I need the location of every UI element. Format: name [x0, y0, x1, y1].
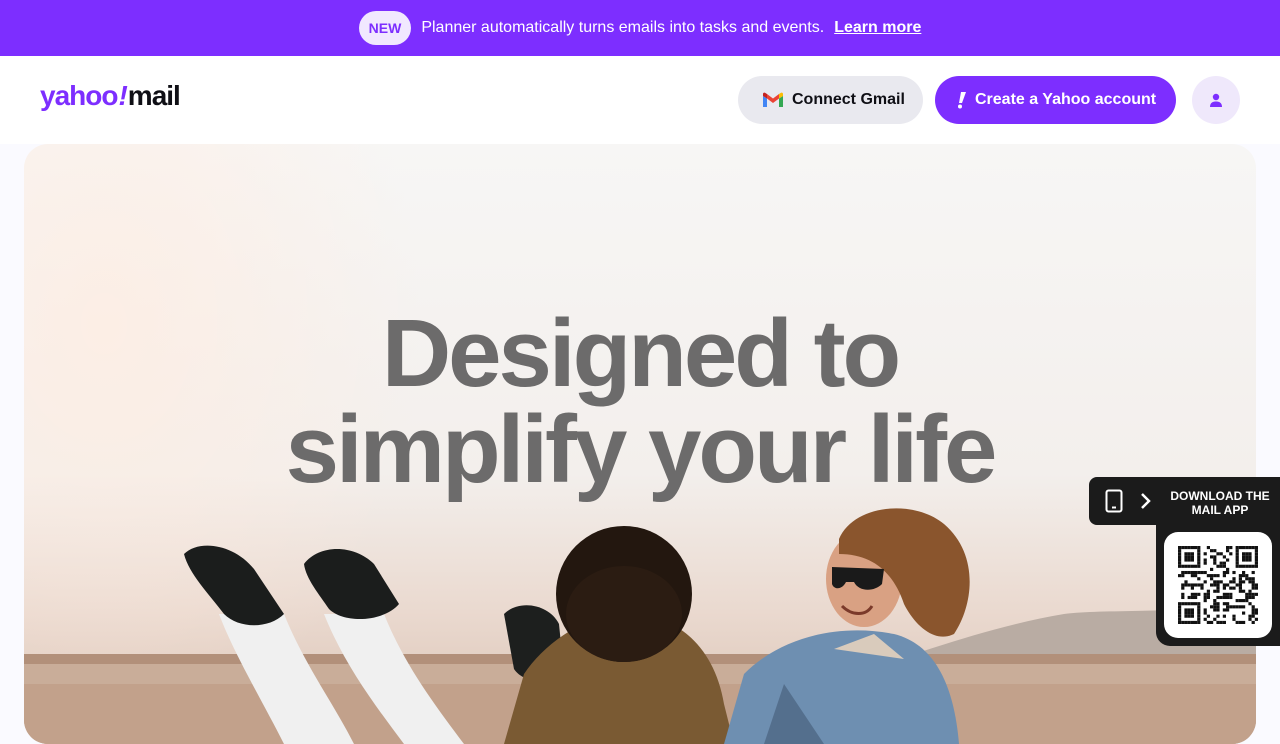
- yahoo-mail-logo[interactable]: yahoo! mail: [40, 80, 181, 112]
- sign-in-button[interactable]: [1192, 76, 1240, 124]
- create-account-label: Create a Yahoo account: [975, 91, 1157, 108]
- user-icon: [1210, 93, 1222, 107]
- chevron-right-icon: [1141, 493, 1151, 509]
- qr-code-frame[interactable]: [1164, 532, 1272, 638]
- gmail-icon: [763, 92, 783, 107]
- site-header: yahoo! mail Connect Gmail Create a Yahoo …: [0, 56, 1280, 144]
- promo-banner: NEW Planner automatically turns emails i…: [0, 0, 1280, 56]
- hero-section: Designed to simplify your life: [24, 144, 1256, 744]
- learn-more-link[interactable]: Learn more: [834, 19, 921, 37]
- download-app-tab[interactable]: DOWNLOAD THE MAIL APP: [1089, 477, 1280, 525]
- connect-gmail-label: Connect Gmail: [792, 91, 905, 108]
- download-app-label: DOWNLOAD THE MAIL APP: [1170, 489, 1270, 517]
- hero-headline-line2: simplify your life: [285, 396, 998, 503]
- exclamation-icon: [958, 92, 966, 109]
- hero-headline-line1: Designed to: [381, 300, 901, 407]
- download-qr-panel: [1156, 525, 1280, 646]
- create-account-button[interactable]: Create a Yahoo account: [935, 76, 1176, 124]
- banner-text: Planner automatically turns emails into …: [421, 19, 825, 36]
- qr-code: [1178, 546, 1258, 624]
- connect-gmail-button[interactable]: Connect Gmail: [738, 76, 923, 124]
- new-badge: NEW: [358, 11, 412, 45]
- phone-icon: [1105, 489, 1123, 513]
